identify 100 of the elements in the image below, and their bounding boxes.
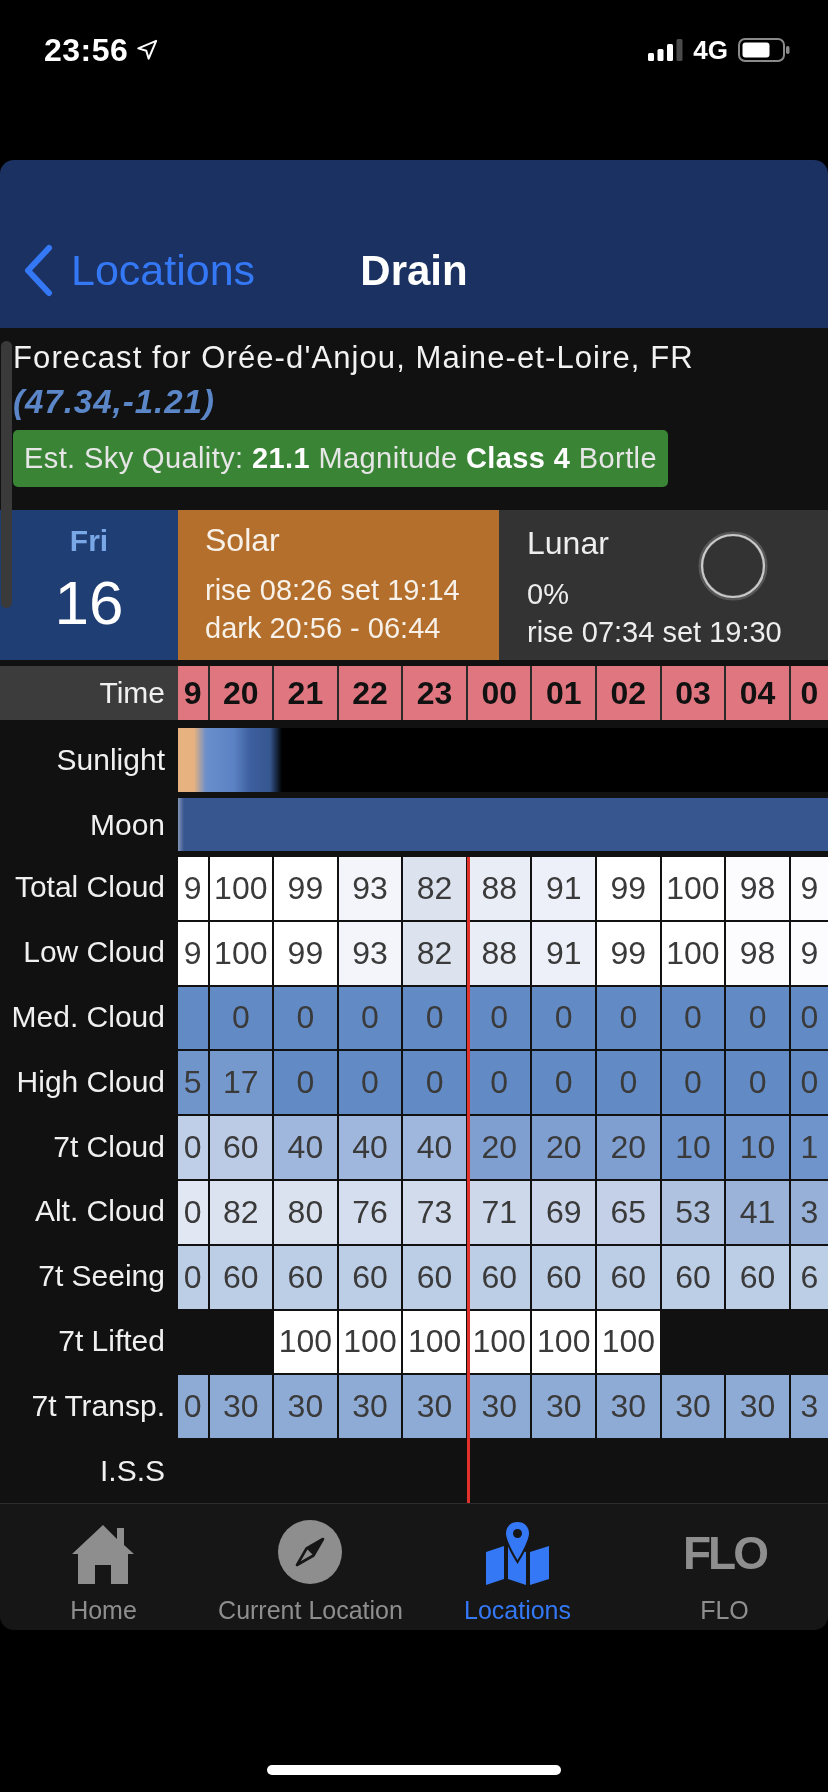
forecast-cell: 69 (532, 1181, 596, 1244)
row-label: Total Cloud (13, 869, 166, 906)
forecast-cell: 3 (790, 1181, 828, 1244)
forecast-cell: 0 (790, 986, 828, 1050)
forecast-cell: 91 (532, 921, 596, 985)
moon-phase-icon (698, 530, 768, 601)
weekday-text: Fri (69, 523, 109, 559)
row-label: Med. Cloud (10, 999, 166, 1035)
forecast-cell: 100 (597, 1310, 660, 1374)
moon-times-text: rise 07:34 set 19:30 (527, 615, 783, 650)
solar-times-text: rise 08:26 set 19:14 (205, 573, 461, 608)
forecast-cell: 91 (532, 857, 596, 920)
forecast-cell: 0 (178, 1116, 208, 1179)
forecast-cell: 6 (790, 1245, 828, 1309)
forecast-cell: 0 (178, 1181, 208, 1244)
sky-quality-badge: Est. Sky Quality: 21.1 Magnitude Class 4 Bortle (13, 430, 668, 487)
forecast-cell: 100 (274, 1310, 337, 1374)
forecast-cell: 60 (726, 1245, 789, 1309)
forecast-cell: 0 (790, 1051, 828, 1115)
location-text: Forecast for Orée-d'Anjou, Maine-et-Loire, FR (13, 340, 695, 376)
forecast-cell: 99 (597, 921, 660, 985)
forecast-cell: 30 (467, 1375, 531, 1439)
row-label: Alt. Cloud (33, 1193, 166, 1230)
forecast-cell: 93 (338, 921, 402, 985)
forecast-cell: 100 (209, 857, 273, 920)
forecast-cell: 30 (338, 1375, 402, 1439)
forecast-cell: 53 (661, 1181, 725, 1244)
forecast-cell: 99 (597, 857, 660, 920)
forecast-cell: 17 (209, 1051, 273, 1115)
tab-item[interactable]: Locations (414, 1504, 621, 1630)
row-label: 7t Cloud (52, 1128, 166, 1165)
forecast-cell: 0 (338, 986, 402, 1050)
hour-cell: 01 (532, 666, 596, 720)
forecast-cell: 0 (209, 986, 273, 1050)
tab-item[interactable]: Current Location (207, 1504, 414, 1630)
forecast-cell: 9 (790, 921, 828, 985)
forecast-cell: 30 (403, 1375, 466, 1439)
forecast-cell: 40 (338, 1116, 402, 1179)
forecast-cell: 100 (209, 921, 273, 985)
forecast-cell: 60 (338, 1245, 402, 1309)
location-arrow-icon (136, 39, 159, 61)
row-label: High Cloud (15, 1063, 166, 1100)
forecast-cell: 60 (209, 1245, 273, 1309)
forecast-cell: 88 (467, 921, 531, 985)
forecast-cell: 82 (403, 921, 466, 985)
forecast-cell: 1 (790, 1116, 828, 1179)
hour-cell: 00 (467, 666, 531, 720)
forecast-cell: 100 (661, 857, 725, 920)
row-label: Time (0, 666, 178, 720)
forecast-cell: 3 (790, 1375, 828, 1439)
forecast-cell: 100 (403, 1310, 466, 1374)
forecast-cell: 0 (467, 1051, 531, 1115)
forecast-cell: 100 (532, 1310, 596, 1374)
forecast-cell: 9 (178, 857, 208, 920)
tab-item[interactable]: FLO FLO (621, 1504, 828, 1630)
forecast-cell: 98 (726, 857, 789, 920)
forecast-cell: 0 (178, 1245, 208, 1309)
tab-item[interactable]: Home (0, 1504, 207, 1630)
status-time: 23:56 (44, 31, 129, 69)
row-label: Low Cloud (22, 934, 166, 971)
hour-cell: 0 (790, 666, 828, 720)
hour-cell: 04 (726, 666, 789, 720)
forecast-cell: 60 (532, 1245, 596, 1309)
forecast-cell: 41 (726, 1181, 789, 1244)
hour-cell: 22 (338, 666, 402, 720)
forecast-cell: 88 (467, 857, 531, 920)
compass-icon (278, 1520, 343, 1586)
forecast-cell: 40 (274, 1116, 337, 1179)
signal-icon (648, 39, 684, 61)
forecast-cell: 65 (597, 1181, 660, 1244)
row-label: I.S.S (98, 1452, 166, 1489)
forecast-cell: 100 (338, 1310, 402, 1374)
forecast-cell: 0 (597, 986, 660, 1050)
row-label: 7t Transp. (30, 1387, 166, 1424)
forecast-cell: 60 (274, 1245, 337, 1309)
forecast-cell: 10 (726, 1116, 789, 1179)
forecast-cell: 40 (403, 1116, 466, 1179)
forecast-cell: 0 (338, 1051, 402, 1115)
forecast-cell: 30 (661, 1375, 725, 1439)
forecast-cell: 0 (726, 1051, 789, 1115)
forecast-cell: 9 (790, 857, 828, 920)
forecast-cell: 60 (661, 1245, 725, 1309)
forecast-cell: 20 (467, 1116, 531, 1179)
forecast-cell: 80 (274, 1181, 337, 1244)
forecast-cell: 100 (467, 1310, 531, 1374)
solar-title: Solar (205, 521, 281, 559)
chevron-left-icon (22, 244, 54, 297)
forecast-cell: 0 (274, 1051, 337, 1115)
hour-cell: 9 (178, 666, 208, 720)
row-label: 7t Seeing (37, 1258, 166, 1295)
network-type: 4G (693, 34, 728, 66)
forecast-cell: 60 (467, 1245, 531, 1309)
forecast-cell: 0 (532, 986, 596, 1050)
date-text: 16 (54, 568, 124, 638)
screen-title: Drain (360, 246, 468, 296)
forecast-cell: 100 (661, 921, 725, 985)
forecast-cell: 0 (661, 1051, 725, 1115)
back-button[interactable]: Locations (0, 244, 256, 297)
forecast-cell: 30 (209, 1375, 273, 1439)
hour-cell: 21 (274, 666, 337, 720)
